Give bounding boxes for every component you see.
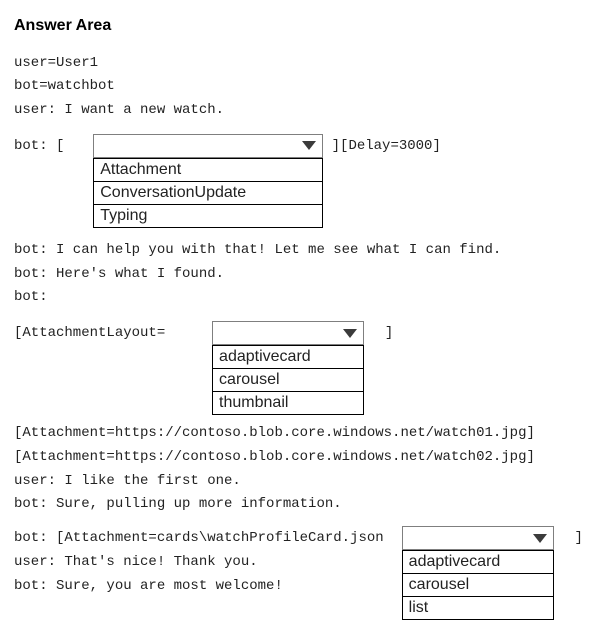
- attachment-layout-option[interactable]: adaptivecard: [213, 346, 363, 369]
- line-attach1: [Attachment=https://contoso.blob.core.wi…: [14, 423, 588, 445]
- card-type-option[interactable]: adaptivecard: [403, 551, 553, 574]
- activity-type-select[interactable]: [93, 134, 323, 158]
- line-bot-help: bot: I can help you with that! Let me se…: [14, 240, 588, 262]
- attachment-layout-options: adaptivecard carousel thumbnail: [212, 345, 364, 415]
- text-close-bracket: ]: [385, 321, 393, 345]
- line-bot-decl: bot=watchbot: [14, 76, 588, 98]
- attachment-layout-select[interactable]: [212, 321, 364, 345]
- activity-type-option[interactable]: Attachment: [94, 159, 322, 182]
- line-bot-welcome: bot: Sure, you are most welcome!: [14, 576, 384, 598]
- text-bot-card: bot: [Attachment=cards\watchProfileCard.…: [14, 526, 384, 550]
- card-type-options: adaptivecard carousel list: [402, 550, 554, 620]
- line-user-want: user: I want a new watch.: [14, 100, 588, 122]
- page-title: Answer Area: [14, 14, 588, 39]
- text-delay: ][Delay=3000]: [332, 134, 441, 158]
- attachment-layout-option[interactable]: thumbnail: [213, 392, 363, 414]
- chevron-down-icon: [533, 534, 547, 543]
- chevron-down-icon: [343, 329, 357, 338]
- line-bot-empty: bot:: [14, 287, 588, 309]
- line-user-decl: user=User1: [14, 53, 588, 75]
- activity-type-options: Attachment ConversationUpdate Typing: [93, 158, 323, 228]
- row-select-2: [AttachmentLayout= adaptivecard carousel…: [14, 321, 588, 415]
- line-user-like: user: I like the first one.: [14, 471, 588, 493]
- activity-type-option[interactable]: ConversationUpdate: [94, 182, 322, 205]
- card-type-select[interactable]: [402, 526, 554, 550]
- row-select-1: bot: [ Attachment ConversationUpdate Typ…: [14, 134, 588, 228]
- card-type-option[interactable]: list: [403, 597, 553, 619]
- activity-type-option[interactable]: Typing: [94, 205, 322, 227]
- row-select-3: bot: [Attachment=cards\watchProfileCard.…: [14, 526, 588, 620]
- card-type-option[interactable]: carousel: [403, 574, 553, 597]
- text-attach-layout-open: [AttachmentLayout=: [14, 321, 165, 345]
- chevron-down-icon: [302, 141, 316, 150]
- line-user-thanks: user: That's nice! Thank you.: [14, 552, 384, 574]
- text-bot-open: bot: [: [14, 134, 64, 158]
- attachment-layout-option[interactable]: carousel: [213, 369, 363, 392]
- line-attach2: [Attachment=https://contoso.blob.core.wi…: [14, 447, 588, 469]
- line-bot-found: bot: Here's what I found.: [14, 264, 588, 286]
- text-close-bracket-2: ]: [574, 526, 582, 550]
- line-bot-pull: bot: Sure, pulling up more information.: [14, 494, 588, 516]
